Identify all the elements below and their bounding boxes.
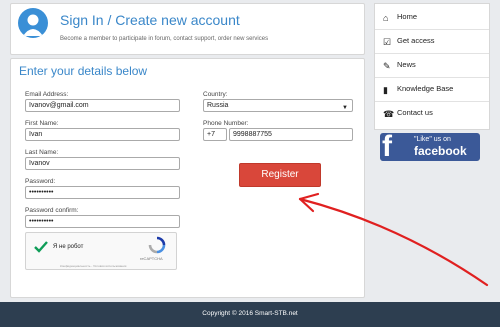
recaptcha-logo-icon [148, 236, 166, 254]
checkmark-icon[interactable] [34, 240, 48, 254]
dropdown-arrow-icon: ▼ [342, 105, 348, 111]
recaptcha-terms[interactable]: Конфиденциальность - Условия использован… [60, 264, 126, 268]
password-confirm-field[interactable]: •••••••••• [25, 215, 180, 228]
page-subtitle: Become a member to participate in forum,… [60, 36, 269, 42]
header-card [10, 3, 365, 55]
phone-code-field[interactable]: +7 [203, 128, 227, 141]
phone-icon: ☎ [383, 109, 395, 119]
sidebar-item-label: Knowledge Base [397, 84, 454, 93]
checkbox-icon: ☑ [383, 37, 392, 47]
first-name-field[interactable]: Ivan [25, 128, 180, 141]
facebook-like-badge[interactable]: f "Like" us on facebook [380, 133, 480, 161]
facebook-wordmark: facebook [414, 144, 467, 158]
country-select[interactable]: Russia ▼ [203, 99, 353, 112]
facebook-f-icon: f [382, 133, 392, 161]
first-name-label: First Name: [25, 120, 59, 127]
email-field[interactable]: Ivanov@gmail.com [25, 99, 180, 112]
phone-number-field[interactable]: 9998887755 [229, 128, 353, 141]
sidebar-item-label: Home [397, 12, 418, 21]
country-label: Country: [203, 91, 228, 98]
recaptcha-brand: reCAPTCHA [140, 256, 163, 261]
sidebar-item-label: Contact us [397, 108, 433, 117]
last-name-field[interactable]: Ivanov [25, 157, 180, 170]
form-title: Enter your details below [19, 64, 148, 78]
password-label: Password: [25, 178, 56, 185]
last-name-label: Last Name: [25, 149, 59, 156]
sidebar-item-get-access[interactable]: ☑ Get access [375, 30, 489, 54]
book-icon: ▮ [383, 85, 388, 95]
footer-copyright: Copyright © 2016 Smart-STB.net [202, 310, 298, 317]
phone-label: Phone Number: [203, 120, 249, 127]
page-title: Sign In / Create new account [60, 12, 240, 28]
password-confirm-label: Password confirm: [25, 207, 79, 214]
sidebar-item-contact-us[interactable]: ☎ Contact us [375, 102, 489, 126]
password-field[interactable]: •••••••••• [25, 186, 180, 199]
sidebar-item-label: News [397, 60, 416, 69]
sidebar-item-home[interactable]: ⌂ Home [375, 6, 489, 30]
sidebar-item-label: Get access [397, 36, 435, 45]
captcha-label: Я не робот [53, 244, 84, 250]
register-button[interactable]: Register [239, 163, 321, 187]
facebook-like-text: "Like" us on [414, 136, 451, 143]
user-avatar-icon [18, 8, 48, 38]
sidebar-item-knowledge-base[interactable]: ▮ Knowledge Base [375, 78, 489, 102]
home-icon: ⌂ [383, 13, 389, 23]
country-value: Russia [207, 102, 229, 109]
sidebar-item-news[interactable]: ✎ News [375, 54, 489, 78]
email-label: Email Address: [25, 91, 69, 98]
edit-icon: ✎ [383, 61, 391, 71]
